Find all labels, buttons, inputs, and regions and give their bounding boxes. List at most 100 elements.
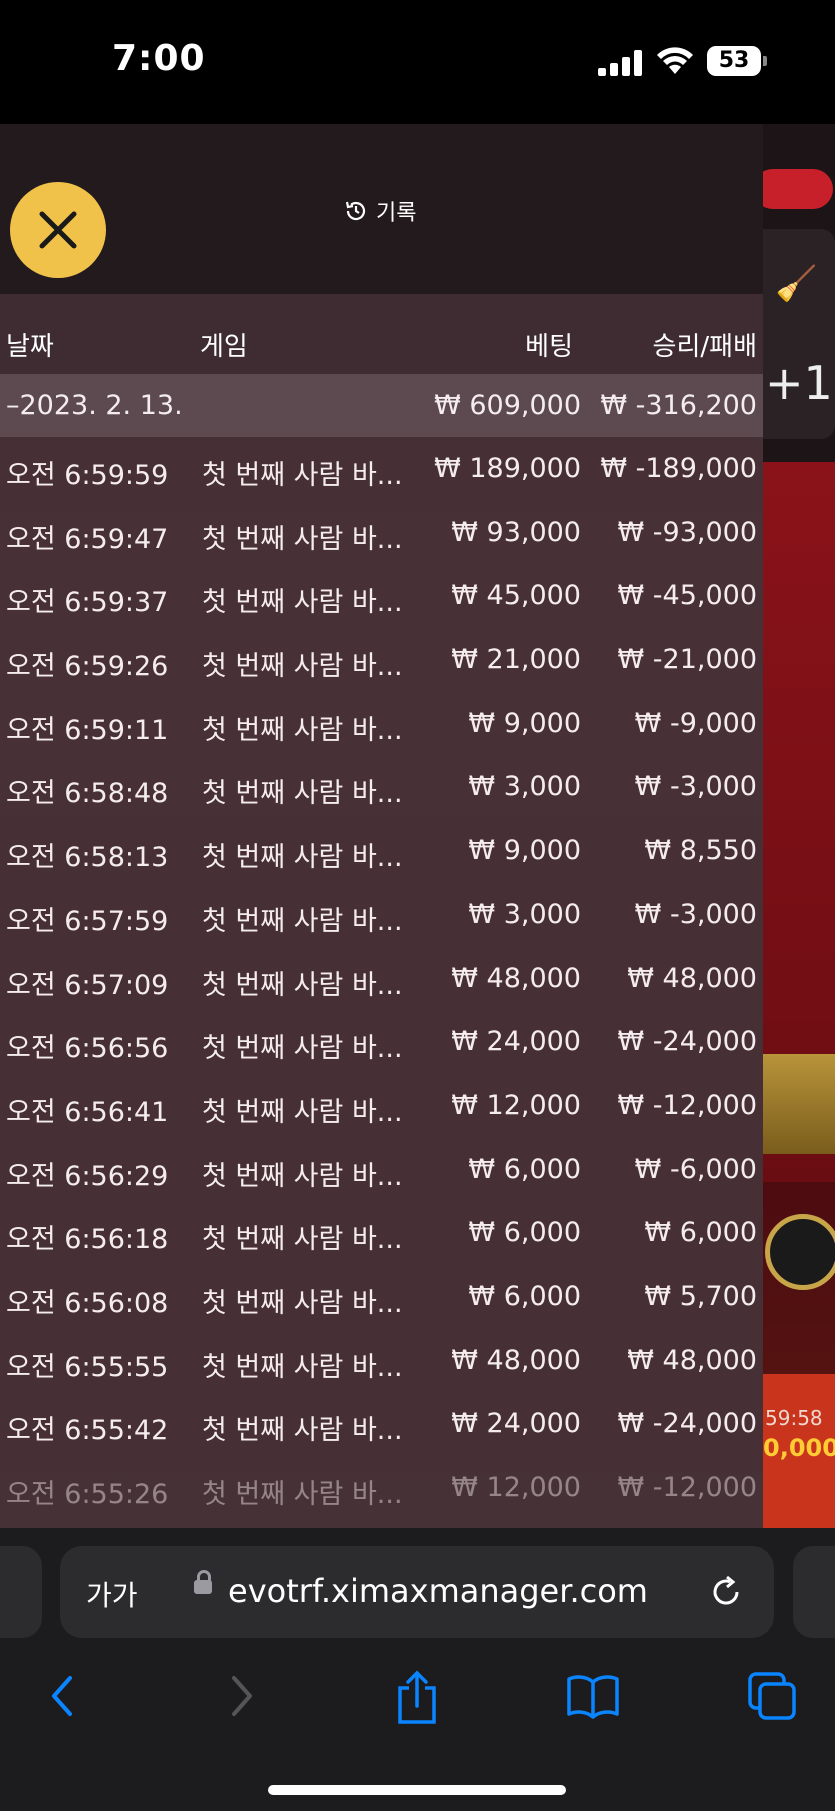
row-time: 오전 6:56:29 — [6, 1160, 169, 1192]
browser-bottom-bar: 가가 evotrf.ximaxmanager.com — [0, 1528, 835, 1811]
row-time: 오전 6:59:47 — [6, 523, 169, 555]
next-tab-peek[interactable] — [793, 1546, 835, 1638]
row-bet: ₩ 6,000 — [468, 1280, 581, 1312]
table-header: 날짜 게임 베팅 승리/패배 — [0, 294, 763, 384]
row-bet: ₩ 6,000 — [468, 1217, 581, 1249]
table-row[interactable]: 오전 6:59:26 첫 번째 사람 바... ₩ 21,000 ₩ -21,000 — [0, 628, 763, 692]
row-game: 첫 번째 사람 바... — [202, 842, 403, 874]
address-bar[interactable]: 가가 evotrf.ximaxmanager.com — [60, 1546, 774, 1638]
history-title-label: 기록 — [376, 201, 417, 226]
broom-icon[interactable]: 🧹 — [775, 264, 817, 304]
row-time: 오전 6:59:26 — [6, 651, 169, 683]
row-result: ₩ -12,000 — [617, 1472, 758, 1503]
row-game: 첫 번째 사람 바... — [202, 1287, 403, 1319]
row-bet: ₩ 12,000 — [451, 1472, 581, 1503]
home-indicator[interactable] — [268, 1785, 566, 1795]
row-game: 첫 번째 사람 바... — [202, 714, 403, 746]
table-row[interactable]: 오전 6:58:13 첫 번째 사람 바... ₩ 9,000 ₩ 8,550 — [0, 819, 763, 883]
table-row[interactable]: 오전 6:58:48 첫 번째 사람 바... ₩ 3,000 ₩ -3,000 — [0, 755, 763, 819]
row-time: 오전 6:55:55 — [6, 1351, 169, 1383]
table-row[interactable]: 오전 6:56:41 첫 번째 사람 바... ₩ 12,000 ₩ -12,000 — [0, 1074, 763, 1138]
table-row[interactable]: 오전 6:59:37 첫 번째 사람 바... ₩ 45,000 ₩ -45,000 — [0, 564, 763, 628]
share-icon[interactable] — [392, 1670, 442, 1726]
history-header: 기록 — [0, 124, 763, 294]
browser-toolbar — [0, 1658, 835, 1738]
row-result: ₩ -3,000 — [634, 771, 757, 803]
row-game: 첫 번째 사람 바... — [202, 460, 403, 491]
row-result: ₩ -21,000 — [617, 644, 758, 676]
forward-icon[interactable] — [222, 1670, 262, 1722]
row-bet: ₩ 9,000 — [468, 835, 581, 867]
row-game: 첫 번째 사람 바... — [202, 1224, 403, 1256]
row-bet: ₩ 24,000 — [451, 1026, 581, 1058]
table-row[interactable]: 오전 6:56:56 첫 번째 사람 바... ₩ 24,000 ₩ -24,000 — [0, 1010, 763, 1074]
table-row[interactable]: 오전 6:57:09 첫 번째 사람 바... ₩ 48,000 ₩ 48,000 — [0, 947, 763, 1011]
row-result: ₩ -189,000 — [600, 453, 757, 484]
live-badge — [763, 169, 833, 209]
row-bet: ₩ 48,000 — [451, 962, 581, 994]
row-game: 첫 번째 사람 바... — [202, 778, 403, 810]
table-row[interactable]: 오전 6:57:59 첫 번째 사람 바... ₩ 3,000 ₩ -3,000 — [0, 883, 763, 947]
history-panel: 기록 날짜 게임 베팅 승리/패배 –2023. 2. 13. ₩ 609,00… — [0, 124, 763, 1528]
text-size-button[interactable]: 가가 — [86, 1574, 138, 1614]
table-row[interactable]: 오전 6:56:18 첫 번째 사람 바... ₩ 6,000 ₩ 6,000 — [0, 1201, 763, 1265]
row-game: 첫 번째 사람 바... — [202, 1160, 403, 1192]
row-bet: ₩ 93,000 — [451, 516, 581, 548]
table-row[interactable]: 오전 6:55:55 첫 번째 사람 바... ₩ 48,000 ₩ 48,000 — [0, 1329, 763, 1393]
row-game: 첫 번째 사람 바... — [202, 905, 403, 937]
row-time: 오전 6:56:08 — [6, 1287, 169, 1319]
row-time: 오전 6:57:59 — [6, 905, 169, 937]
chip-icon[interactable] — [765, 1214, 835, 1290]
cellular-signal-icon — [598, 50, 642, 76]
column-date: 날짜 — [6, 332, 54, 362]
table-row[interactable]: 오전 6:56:29 첫 번째 사람 바... ₩ 6,000 ₩ -6,000 — [0, 1138, 763, 1202]
row-game: 첫 번째 사람 바... — [202, 1351, 403, 1383]
summary-result: ₩ -316,200 — [600, 390, 757, 421]
row-time: 오전 6:57:09 — [6, 969, 169, 1001]
table-row[interactable]: 오전 6:59:11 첫 번째 사람 바... ₩ 9,000 ₩ -9,000 — [0, 692, 763, 756]
game-side-peek: 🧹 +1 59:58 0,000 — [763, 124, 835, 1528]
table-row[interactable]: 오전 6:55:26 첫 번째 사람 바... ₩ 12,000 ₩ -12,000 — [0, 1456, 763, 1520]
summary-date: –2023. 2. 13. — [6, 390, 183, 421]
row-result: ₩ -45,000 — [617, 580, 758, 612]
row-result: ₩ -24,000 — [617, 1408, 758, 1440]
row-result: ₩ 6,000 — [644, 1217, 757, 1249]
table-row[interactable]: 오전 6:59:47 첫 번째 사람 바... ₩ 93,000 ₩ -93,000 — [0, 501, 763, 565]
previous-tab-peek[interactable] — [0, 1546, 42, 1638]
row-result: ₩ 8,550 — [644, 835, 757, 867]
row-bet: ₩ 9,000 — [468, 707, 581, 739]
row-game: 첫 번째 사람 바... — [202, 1479, 403, 1510]
row-result: ₩ 48,000 — [627, 1344, 757, 1376]
row-result: ₩ -93,000 — [617, 516, 758, 548]
tabs-icon[interactable] — [746, 1670, 798, 1722]
row-result: ₩ 5,700 — [644, 1280, 757, 1312]
row-game: 첫 번째 사람 바... — [202, 651, 403, 683]
history-title: 기록 — [344, 196, 416, 226]
table-row[interactable]: 오전 6:59:59 첫 번째 사람 바... ₩ 189,000 ₩ -189,00… — [0, 437, 763, 501]
row-bet: ₩ 3,000 — [468, 898, 581, 930]
row-bet: ₩ 6,000 — [468, 1153, 581, 1185]
row-game: 첫 번째 사람 바... — [202, 1096, 403, 1128]
history-table: –2023. 2. 13. ₩ 609,000 ₩ -316,200 오전 6:… — [0, 374, 763, 1520]
row-bet: ₩ 48,000 — [451, 1344, 581, 1376]
game-plus-label: +1 — [765, 356, 833, 410]
summary-row[interactable]: –2023. 2. 13. ₩ 609,000 ₩ -316,200 — [0, 374, 763, 437]
close-button[interactable] — [10, 182, 106, 278]
row-time: 오전 6:59:37 — [6, 587, 169, 619]
wifi-icon — [657, 47, 693, 74]
row-game: 첫 번째 사람 바... — [202, 1033, 403, 1065]
row-time: 오전 6:55:42 — [6, 1415, 169, 1447]
row-bet: ₩ 189,000 — [434, 453, 581, 484]
row-time: 오전 6:59:59 — [6, 460, 169, 491]
reload-icon[interactable] — [708, 1574, 744, 1610]
back-icon[interactable] — [42, 1670, 82, 1722]
bookmarks-icon[interactable] — [566, 1670, 620, 1722]
row-bet: ₩ 21,000 — [451, 644, 581, 676]
history-icon — [345, 201, 366, 221]
column-bet: 베팅 — [525, 332, 573, 362]
row-game: 첫 번째 사람 바... — [202, 587, 403, 619]
table-row[interactable]: 오전 6:56:08 첫 번째 사람 바... ₩ 6,000 ₩ 5,700 — [0, 1265, 763, 1329]
url-text[interactable]: evotrf.ximaxmanager.com — [228, 1572, 648, 1610]
row-time: 오전 6:59:11 — [6, 714, 169, 746]
table-row[interactable]: 오전 6:55:42 첫 번째 사람 바... ₩ 24,000 ₩ -24,000 — [0, 1392, 763, 1456]
